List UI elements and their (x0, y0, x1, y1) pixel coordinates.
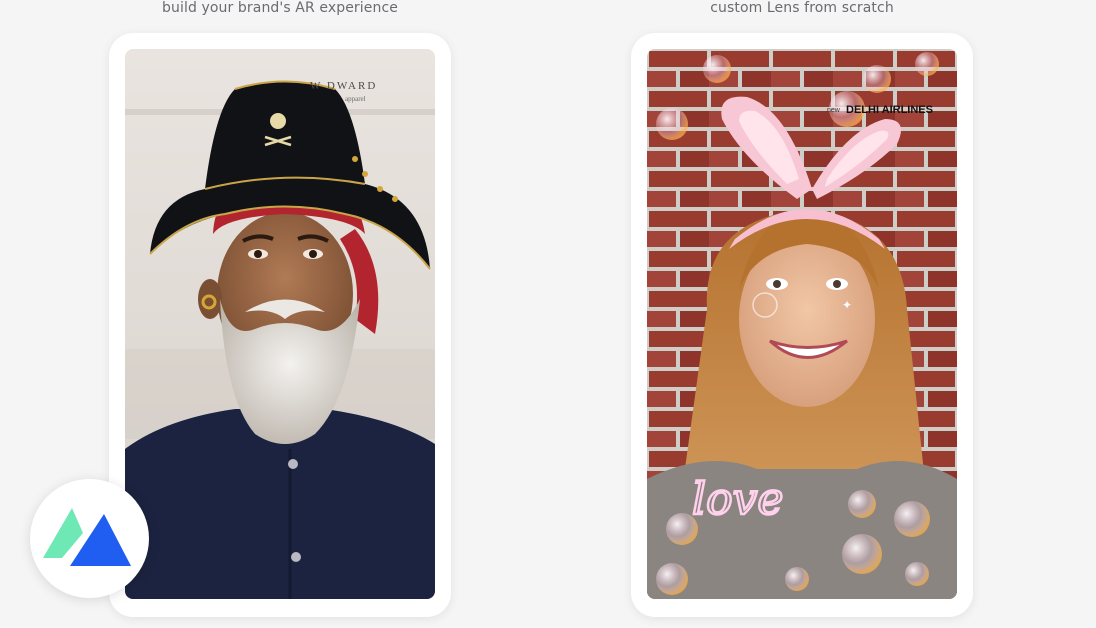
pirate-lens-photo: W DWARD apparel (125, 49, 435, 599)
lens-card-bunny[interactable]: ✦ new DELHI AIRLINES love (631, 33, 973, 617)
brand-watermark: W DWARD (310, 80, 377, 92)
logo-icon (43, 508, 131, 566)
airline-prefix: new (827, 107, 841, 114)
airline-logo-text: DELHI AIRLINES (846, 104, 933, 116)
brand-watermark-sub: apparel (345, 95, 366, 103)
pirate-illustration: W DWARD apparel (125, 49, 435, 599)
lens-card-pirate[interactable]: W DWARD apparel (109, 33, 451, 617)
page: build your brand's AR experience custom … (0, 0, 1096, 628)
logo-badge[interactable] (30, 479, 149, 598)
caption-left: build your brand's AR experience (162, 0, 398, 16)
love-overlay-text: love (692, 474, 783, 525)
bunny-ears-lens-photo: ✦ new DELHI AIRLINES love (647, 49, 957, 599)
svg-text:✦: ✦ (842, 298, 852, 312)
bunny-illustration: ✦ new DELHI AIRLINES love (647, 49, 957, 599)
caption-right: custom Lens from scratch (710, 0, 894, 16)
